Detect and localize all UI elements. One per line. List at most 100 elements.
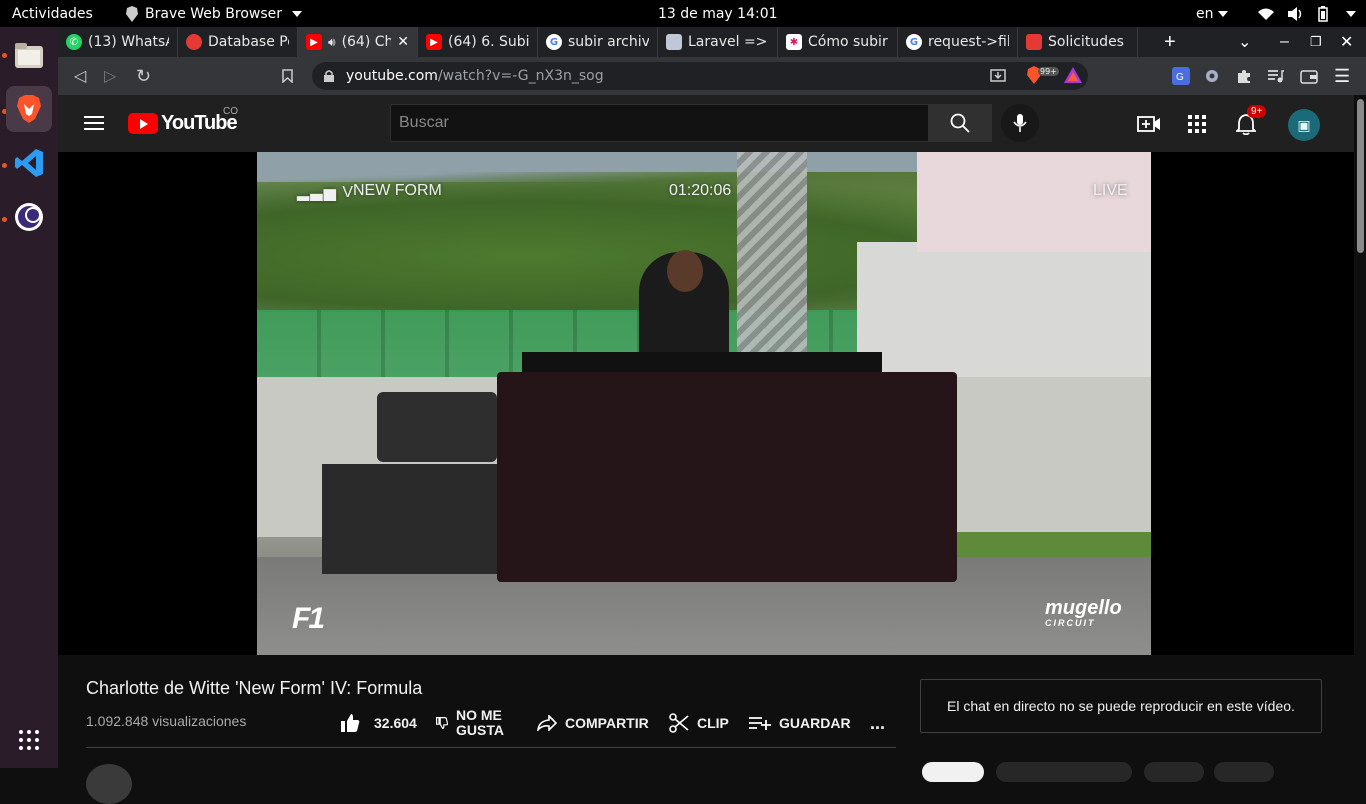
dislike-button[interactable]: NO ME GUSTA <box>436 706 504 740</box>
chevron-down-icon <box>1217 10 1228 17</box>
tab-label: Solicitudes I <box>1048 34 1129 50</box>
video-scene-subwoofer <box>322 464 507 574</box>
youtube-logo[interactable]: YouTube CO <box>128 106 238 135</box>
video-player[interactable]: ▂▃▅ V NEW FORM 01:20:06 LIVE F1 mugello C… <box>58 152 1354 655</box>
video-camera-plus-icon <box>1137 116 1160 132</box>
close-icon[interactable]: ✕ <box>397 34 409 50</box>
filter-chip[interactable] <box>1214 762 1274 782</box>
google-icon: G <box>546 34 562 50</box>
tab-whatsapp[interactable]: ✆ (13) WhatsA <box>58 27 178 57</box>
more-actions-button[interactable]: ... <box>870 706 885 740</box>
thumbs-down-icon <box>436 717 448 729</box>
minimize-button[interactable]: – <box>1280 27 1289 57</box>
brave-rewards-icon[interactable] <box>1064 67 1082 87</box>
filter-chip[interactable] <box>922 762 984 782</box>
translate-extension-icon[interactable]: G <box>1172 57 1190 95</box>
share-label: COMPARTIR <box>565 715 649 731</box>
vscode-icon[interactable] <box>6 140 52 186</box>
tab-como-subir[interactable]: ✱ Cómo subir a <box>778 27 898 57</box>
new-tab-button[interactable]: + <box>1164 27 1176 57</box>
microphone-icon <box>1013 114 1027 132</box>
country-code: CO <box>223 106 238 117</box>
show-applications-icon[interactable] <box>6 717 52 763</box>
tab-label: request->file <box>928 34 1009 50</box>
close-window-button[interactable]: ✕ <box>1340 27 1353 57</box>
forward-button[interactable]: ▷ <box>104 57 116 95</box>
tab-label: (13) WhatsA <box>88 34 169 50</box>
address-bar[interactable]: youtube.com/watch?v=-G_nX3n_sog 99+ <box>312 62 1088 90</box>
brave-browser-icon[interactable] <box>6 86 52 132</box>
audio-playing-icon[interactable]: 🔊︎ <box>328 35 336 50</box>
reload-button[interactable]: ↻ <box>136 57 151 95</box>
tab-solicitudes[interactable]: Solicitudes I <box>1018 27 1138 57</box>
create-video-button[interactable] <box>1136 111 1162 137</box>
tab-youtube-active[interactable]: ▶ 🔊︎ (64) Ch ✕ <box>298 27 418 57</box>
tab-label: Laravel => N <box>688 34 769 50</box>
share-button[interactable]: COMPARTIR <box>537 706 649 740</box>
clock[interactable]: 13 de may 14:01 <box>658 6 778 22</box>
tab-youtube-subir[interactable]: ▶ (64) 6. Subir <box>418 27 538 57</box>
tab-google-request-file[interactable]: Grequest->file <box>898 27 1018 57</box>
video-scene-tower <box>737 152 807 352</box>
page-scrollbar[interactable] <box>1354 95 1366 768</box>
browser-tab-strip: ✆ (13) WhatsA Database Po ▶ 🔊︎ (64) Ch ✕ ▶ (6… <box>58 27 1366 57</box>
channel-avatar[interactable] <box>86 764 132 804</box>
youtube-icon: ▶ <box>426 34 442 50</box>
mugello-logo-text: mugello <box>1045 597 1122 619</box>
install-app-icon[interactable] <box>990 67 1006 87</box>
avatar[interactable]: ▣ <box>1288 109 1320 141</box>
bookmark-icon[interactable] <box>282 57 293 95</box>
language-selector[interactable]: en <box>1196 6 1228 22</box>
youtube-header: YouTube CO Buscar 9+ ▣ <box>58 95 1354 152</box>
back-button[interactable]: ◁ <box>74 57 86 95</box>
lock-icon[interactable] <box>324 70 334 82</box>
search-input[interactable]: Buscar <box>390 104 930 142</box>
eclipse-app-icon[interactable] <box>6 194 52 240</box>
system-tray[interactable] <box>1258 5 1356 22</box>
maximize-button[interactable]: ❐ <box>1310 27 1322 57</box>
tab-label: Database Po <box>208 34 289 50</box>
pokeball-icon <box>186 34 202 50</box>
system-top-bar: Actividades Brave Web Browser 13 de may … <box>0 0 1366 27</box>
activities-button[interactable]: Actividades <box>12 6 93 22</box>
hamburger-menu-icon[interactable] <box>84 116 104 130</box>
tab-label: Cómo subir a <box>808 34 889 50</box>
youtube-play-logo-icon <box>128 113 158 134</box>
filter-chip[interactable] <box>996 762 1132 782</box>
chat-disabled-message: El chat en directo no se puede reproduci… <box>947 698 1295 714</box>
video-scene-billboard <box>917 152 1151 252</box>
extensions-puzzle-icon[interactable] <box>1236 57 1252 95</box>
save-button[interactable]: GUARDAR <box>749 706 851 740</box>
divider <box>86 747 896 748</box>
tab-laravel[interactable]: Laravel => N <box>658 27 778 57</box>
video-frame[interactable]: ▂▃▅ V NEW FORM 01:20:06 LIVE F1 mugello C… <box>257 152 1151 655</box>
files-app-icon[interactable] <box>6 33 52 79</box>
extension-icon[interactable] <box>1204 57 1220 95</box>
scrollbar-thumb[interactable] <box>1357 99 1364 253</box>
apps-grid-button[interactable] <box>1184 111 1210 137</box>
chevron-down-icon <box>1346 10 1356 17</box>
wallet-icon[interactable] <box>1300 57 1318 95</box>
tab-search-chevron-icon[interactable]: ⌄ <box>1238 27 1251 57</box>
search-button[interactable] <box>928 104 992 142</box>
like-button[interactable]: 32.604 <box>340 706 417 740</box>
media-playlist-icon[interactable] <box>1268 57 1284 95</box>
tab-database[interactable]: Database Po <box>178 27 298 57</box>
tab-label: (64) Ch <box>341 34 392 50</box>
notifications-button[interactable]: 9+ <box>1233 105 1267 137</box>
mugello-logo: mugello CIRCUIT <box>1045 597 1122 628</box>
scissors-icon <box>669 713 689 733</box>
notifications-badge: 9+ <box>1247 105 1267 118</box>
osd-time: 01:20:06 <box>669 182 732 199</box>
view-count: 1.092.848 visualizaciones <box>86 713 247 729</box>
filter-chip[interactable] <box>1144 762 1204 782</box>
dislike-label: NO ME GUSTA <box>456 708 504 738</box>
clip-button[interactable]: CLIP <box>669 706 729 740</box>
signal-bars-icon: ▂▃▅ V <box>297 184 355 201</box>
tab-label: subir archivo <box>568 34 649 50</box>
app-menu[interactable]: Brave Web Browser <box>125 5 302 22</box>
tab-google-subir-archivo[interactable]: Gsubir archivo <box>538 27 658 57</box>
brave-shields-button[interactable]: 99+ <box>1026 66 1059 84</box>
main-menu-icon[interactable]: ☰ <box>1334 57 1350 95</box>
voice-search-button[interactable] <box>1001 104 1039 142</box>
